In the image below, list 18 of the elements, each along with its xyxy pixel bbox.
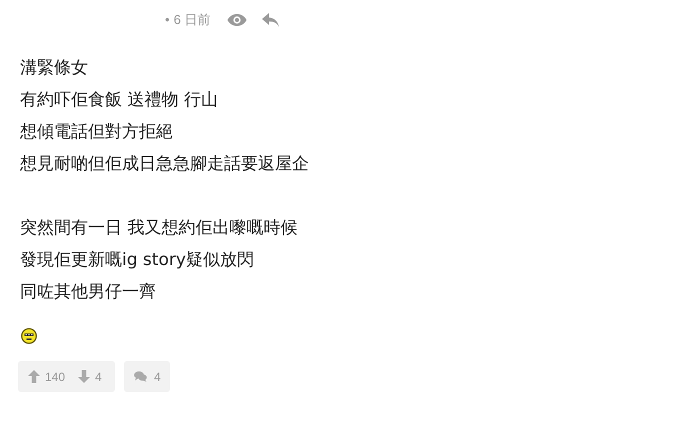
post-text-line: 發現佢更新嘅ig story疑似放閃 [20,249,254,272]
post-text-line: 想傾電話但對方拒絕 [20,121,173,144]
speech-bubbles-icon [134,371,147,382]
post-text-line: 有約吓佢食飯 送禮物 行山 [20,89,218,112]
down-arrow-icon [78,370,90,383]
up-arrow-icon [28,370,40,383]
post-text-line: 溝緊條女 [20,57,88,80]
reply-icon[interactable] [262,13,280,27]
eye-icon[interactable] [227,13,248,27]
upvote-button[interactable]: 140 [28,368,66,386]
downvote-button[interactable]: 4 [78,368,102,386]
post-text-line: 同咗其他男仔一齊 [20,281,156,304]
post-text-line: 突然間有一日 我又想約佢出嚟嘅時候 [20,217,298,240]
reply-count-button[interactable]: 4 [124,361,170,392]
post-time: 6 日前 [174,11,210,30]
emoji-icon [21,328,37,344]
bullet: • [165,11,170,30]
post-text-line: 想見耐啲但佢成日急急腳走話要返屋企 [20,153,309,176]
